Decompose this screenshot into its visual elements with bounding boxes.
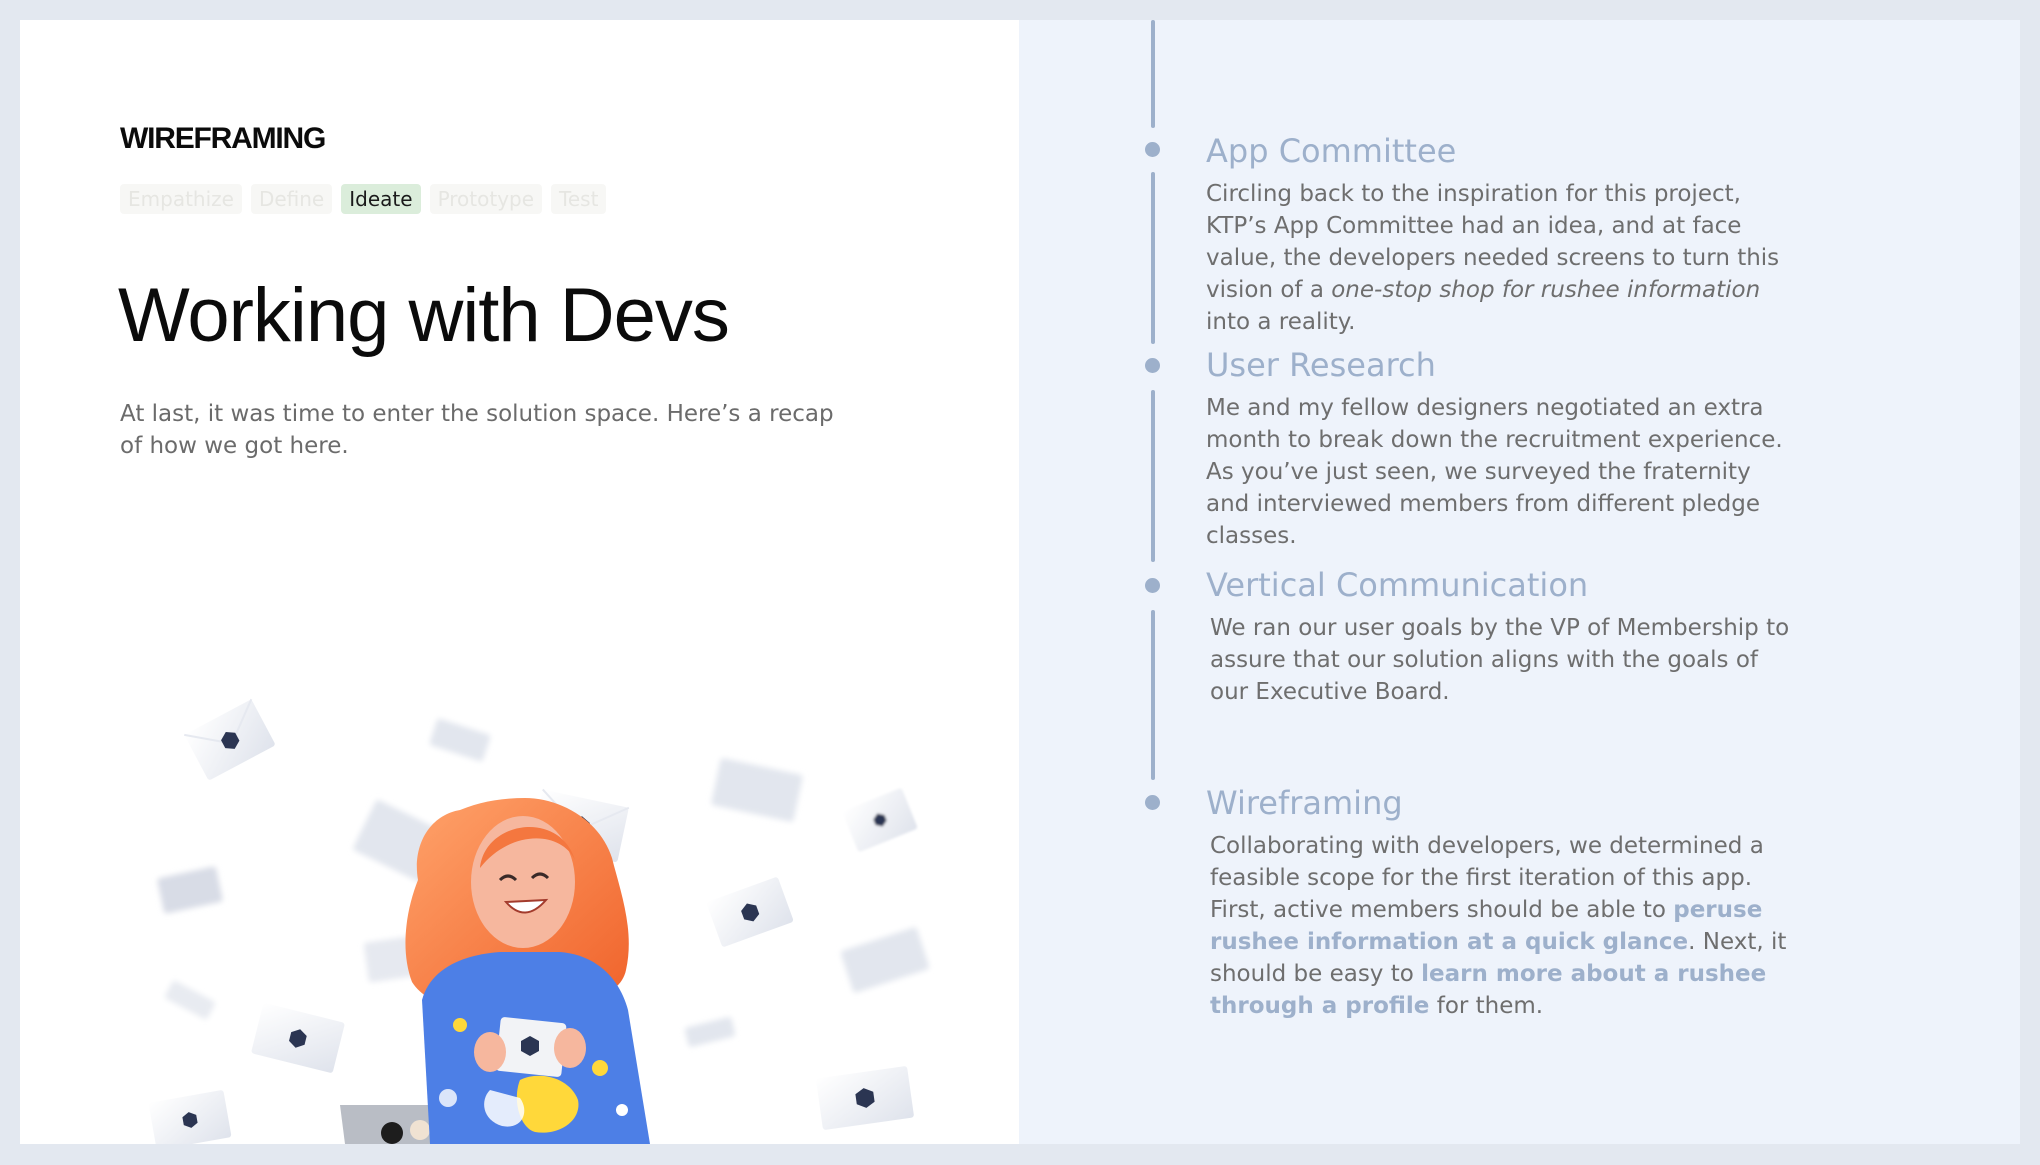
page-title: Working with Devs (118, 273, 730, 358)
timeline-dot (1145, 142, 1160, 157)
timeline-entry-app-committee: App Committee Circling back to the inspi… (1206, 132, 1796, 338)
phase-tab-prototype[interactable]: Prototype (429, 184, 543, 214)
timeline-heading: User Research (1206, 346, 1436, 384)
envelope (711, 758, 803, 822)
timeline-body: We ran our user goals by the VP of Membe… (1210, 615, 1790, 705)
girl-with-envelopes-illustration (148, 698, 930, 1144)
phase-tab-define[interactable]: Define (250, 184, 333, 214)
envelope (706, 877, 794, 947)
slide: WIREFRAMING Empathize Define Ideate Prot… (20, 20, 2020, 1144)
envelope (429, 718, 491, 762)
timeline-entry-wireframing: Wireframing Collaborating with developer… (1206, 784, 1796, 1022)
timeline-entry-user-research: User Research Me and my fellow designers… (1206, 346, 1796, 552)
timeline-line (1151, 390, 1155, 562)
timeline-line (1151, 610, 1155, 780)
phase-tab-ideate[interactable]: Ideate (341, 184, 421, 214)
timeline-line (1151, 20, 1155, 128)
phase-tab-empathize[interactable]: Empathize (120, 184, 242, 214)
right-panel: App Committee Circling back to the inspi… (1019, 20, 2020, 1144)
timeline-body: Me and my fellow designers negotiated an… (1206, 395, 1783, 549)
timeline-body: Collaborating with developers, we determ… (1210, 833, 1787, 1019)
intro-text: At last, it was time to enter the soluti… (120, 401, 834, 459)
timeline-dot (1145, 578, 1160, 593)
timeline-heading: App Committee (1206, 132, 1457, 170)
envelope (840, 927, 930, 993)
envelope (184, 698, 275, 780)
envelope (165, 980, 215, 1020)
timeline-body: Circling back to the inspiration for thi… (1206, 181, 1780, 335)
envelope (148, 1090, 232, 1144)
envelope (251, 1003, 345, 1073)
timeline-heading: Wireframing (1206, 784, 1403, 822)
envelope (816, 1066, 914, 1130)
phase-tab-test[interactable]: Test (551, 184, 607, 214)
timeline-heading: Vertical Communication (1206, 566, 1589, 604)
phase-tabs: Empathize Define Ideate Prototype Test (120, 184, 607, 214)
left-panel: WIREFRAMING Empathize Define Ideate Prot… (20, 20, 1019, 1144)
section-label: WIREFRAMING (120, 122, 326, 155)
timeline-dot (1145, 795, 1160, 810)
timeline-entry-vertical-communication: Vertical Communication We ran our user g… (1206, 566, 1796, 708)
timeline-line (1151, 172, 1155, 344)
envelope (157, 866, 223, 914)
timeline-dot (1145, 358, 1160, 373)
envelope (842, 788, 918, 852)
envelope (684, 1017, 736, 1047)
